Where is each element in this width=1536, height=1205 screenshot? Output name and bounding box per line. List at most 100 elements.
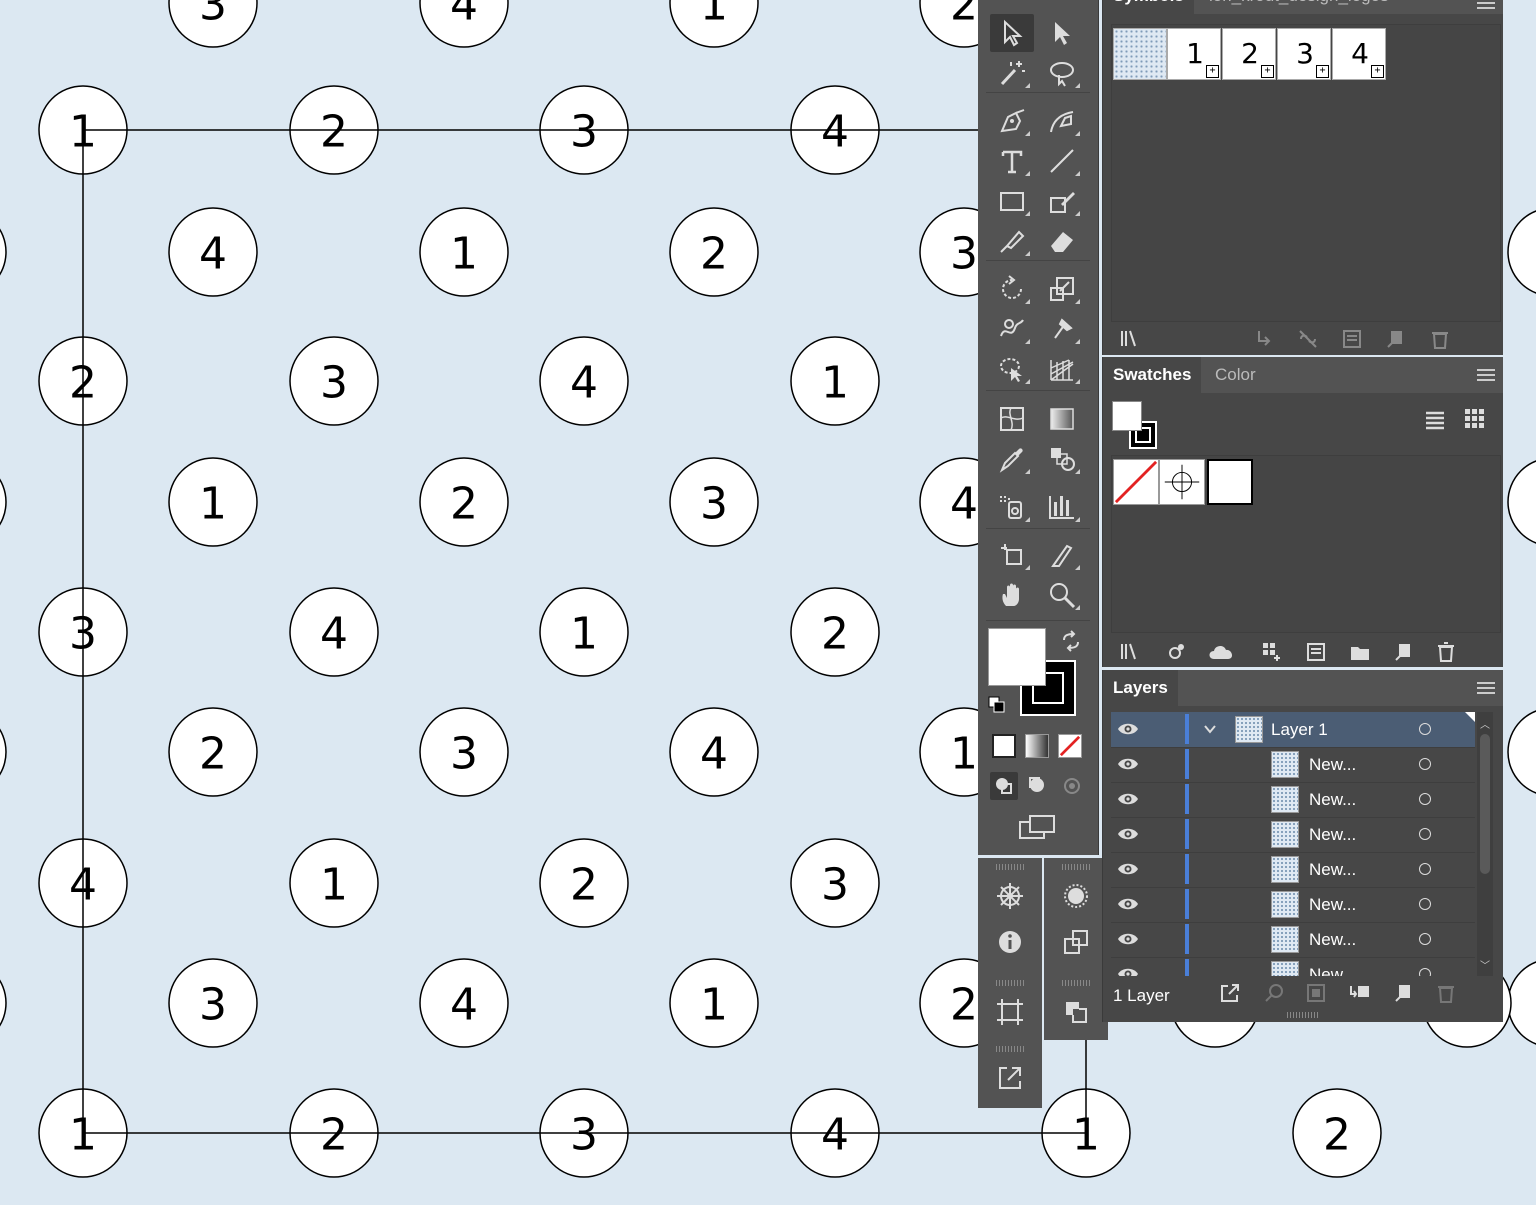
sublayer-row[interactable]: New... bbox=[1111, 852, 1475, 888]
disclosure-chevron-icon[interactable] bbox=[1203, 722, 1217, 736]
target-circle-icon[interactable] bbox=[1419, 968, 1431, 976]
layer-name[interactable]: Layer 1 bbox=[1271, 712, 1328, 747]
target-circle-icon[interactable] bbox=[1419, 933, 1431, 945]
dock-grip[interactable] bbox=[996, 1046, 1024, 1052]
layer-row-main[interactable]: Layer 1 bbox=[1111, 712, 1475, 748]
visibility-eye-icon[interactable] bbox=[1117, 895, 1139, 913]
sublayer-name[interactable]: New... bbox=[1309, 957, 1356, 976]
brushes-icon[interactable] bbox=[1056, 876, 1096, 916]
direct-selection-tool[interactable] bbox=[1040, 14, 1084, 52]
target-circle-icon[interactable] bbox=[1419, 793, 1431, 805]
transform-icon[interactable] bbox=[1056, 922, 1096, 962]
draw-behind-icon[interactable] bbox=[1024, 772, 1052, 800]
swatch-libraries-icon[interactable] bbox=[1117, 639, 1143, 665]
tab-symbols[interactable]: Symbols bbox=[1103, 0, 1194, 14]
visibility-eye-icon[interactable] bbox=[1117, 860, 1139, 878]
draw-inside-icon[interactable] bbox=[1058, 772, 1086, 800]
zoom-tool[interactable] bbox=[1040, 576, 1084, 614]
dock-grip[interactable] bbox=[1062, 864, 1090, 870]
visibility-eye-icon[interactable] bbox=[1117, 930, 1139, 948]
show-kinds-icon[interactable] bbox=[1163, 639, 1189, 665]
clipping-mask-icon[interactable] bbox=[1303, 980, 1329, 1006]
dock-grip[interactable] bbox=[996, 864, 1024, 870]
paintbrush-tool[interactable] bbox=[990, 222, 1034, 260]
symbol-4[interactable]: 4 + bbox=[1332, 28, 1386, 80]
cloud-sync-icon[interactable] bbox=[1205, 639, 1241, 665]
symbol-2[interactable]: 2 + bbox=[1222, 28, 1276, 80]
selection-tool[interactable] bbox=[990, 14, 1034, 52]
default-fill-stroke-icon[interactable] bbox=[988, 696, 1006, 714]
tab-library[interactable]: lori_krout_design_logos bbox=[1199, 0, 1399, 14]
panel-menu-icon[interactable] bbox=[1477, 2, 1495, 14]
swap-fill-stroke-icon[interactable] bbox=[1060, 630, 1082, 652]
target-circle-icon[interactable] bbox=[1419, 828, 1431, 840]
locate-object-icon[interactable] bbox=[1261, 980, 1287, 1006]
sublayer-name[interactable]: New... bbox=[1309, 887, 1356, 922]
line-tool[interactable] bbox=[1040, 142, 1084, 180]
target-circle-icon[interactable] bbox=[1419, 758, 1431, 770]
dock-grip[interactable] bbox=[996, 980, 1024, 986]
puppet-warp-tool[interactable] bbox=[1040, 310, 1084, 348]
sublayer-row[interactable]: New... bbox=[1111, 782, 1475, 818]
mesh-tool[interactable] bbox=[990, 400, 1034, 438]
info-icon[interactable] bbox=[990, 922, 1030, 962]
list-view-icon[interactable] bbox=[1421, 405, 1449, 433]
visibility-eye-icon[interactable] bbox=[1117, 825, 1139, 843]
sublayer-row[interactable]: New... bbox=[1111, 817, 1475, 853]
symbol-options-icon[interactable] bbox=[1339, 326, 1365, 352]
screen-mode-icon[interactable] bbox=[1018, 812, 1058, 842]
visibility-eye-icon[interactable] bbox=[1117, 755, 1139, 773]
shaper-tool[interactable] bbox=[1040, 182, 1084, 220]
export-icon[interactable] bbox=[990, 1058, 1030, 1098]
symbol-pattern[interactable] bbox=[1113, 28, 1167, 80]
gradient-mode-button[interactable] bbox=[1025, 734, 1049, 758]
sublayer-name[interactable]: New... bbox=[1309, 782, 1356, 817]
hand-tool[interactable] bbox=[990, 576, 1034, 614]
new-sublayer-icon[interactable] bbox=[1347, 980, 1373, 1006]
magic-wand-tool[interactable] bbox=[990, 54, 1034, 92]
pen-tool[interactable] bbox=[990, 102, 1034, 140]
eraser-tool[interactable] bbox=[1040, 222, 1084, 260]
artboards-icon[interactable] bbox=[990, 992, 1030, 1032]
perspective-grid-tool[interactable] bbox=[1040, 350, 1084, 388]
symbol-1[interactable]: 1 + bbox=[1167, 28, 1221, 80]
color-mode-button[interactable] bbox=[992, 734, 1016, 758]
symbol-3[interactable]: 3 + bbox=[1277, 28, 1331, 80]
sublayer-row[interactable]: New... bbox=[1111, 747, 1475, 783]
gradient-tool[interactable] bbox=[1040, 400, 1084, 438]
break-link-icon[interactable] bbox=[1295, 326, 1321, 352]
sublayer-row[interactable]: New... bbox=[1111, 887, 1475, 923]
symbol-sprayer-tool[interactable] bbox=[990, 488, 1034, 526]
visibility-eye-icon[interactable] bbox=[1117, 720, 1139, 738]
blend-tool[interactable] bbox=[1040, 440, 1084, 478]
eyedropper-tool[interactable] bbox=[990, 440, 1034, 478]
curvature-tool[interactable] bbox=[1040, 102, 1084, 140]
visibility-eye-icon[interactable] bbox=[1117, 965, 1139, 976]
appearance-wheel-icon[interactable] bbox=[990, 876, 1030, 916]
layers-scrollbar[interactable]: ︿ ﹀ bbox=[1477, 712, 1493, 976]
tab-swatches[interactable]: Swatches bbox=[1103, 357, 1202, 393]
rotate-tool[interactable] bbox=[990, 270, 1034, 308]
fill-swatch-mini[interactable] bbox=[1112, 401, 1142, 431]
target-circle-icon[interactable] bbox=[1419, 898, 1431, 910]
fill-color-swatch[interactable] bbox=[988, 628, 1046, 686]
swatch-options-icon[interactable] bbox=[1303, 639, 1329, 665]
new-swatch-icon[interactable] bbox=[1391, 639, 1417, 665]
scale-tool[interactable] bbox=[1040, 270, 1084, 308]
symbol-libraries-icon[interactable] bbox=[1117, 326, 1143, 352]
delete-symbol-icon[interactable] bbox=[1427, 326, 1453, 352]
new-layer-icon[interactable] bbox=[1391, 980, 1417, 1006]
visibility-eye-icon[interactable] bbox=[1117, 790, 1139, 808]
artboard-tool[interactable] bbox=[990, 536, 1034, 574]
new-symbol-icon[interactable] bbox=[1383, 326, 1409, 352]
rectangle-tool[interactable] bbox=[990, 182, 1034, 220]
target-circle-icon[interactable] bbox=[1419, 863, 1431, 875]
delete-swatch-icon[interactable] bbox=[1433, 639, 1459, 665]
sublayer-name[interactable]: New... bbox=[1309, 747, 1356, 782]
grid-view-icon[interactable] bbox=[1461, 405, 1489, 433]
draw-normal-icon[interactable] bbox=[990, 772, 1018, 800]
panel-resize-grip[interactable] bbox=[1287, 1012, 1319, 1018]
sublayer-name[interactable]: New... bbox=[1309, 852, 1356, 887]
dock-grip[interactable] bbox=[1062, 980, 1090, 986]
export-layer-icon[interactable] bbox=[1217, 980, 1243, 1006]
